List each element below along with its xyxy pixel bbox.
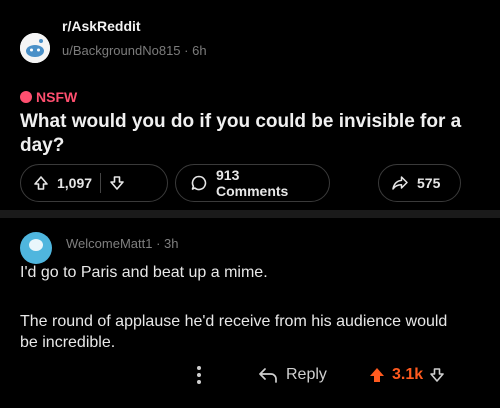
subreddit-name[interactable]: r/AskReddit	[62, 18, 141, 34]
nsfw-badge: NSFW	[20, 89, 77, 105]
more-icon	[196, 365, 202, 385]
comment-author[interactable]: WelcomeMatt1 · 3h	[66, 236, 178, 251]
comment-score: 3.1k	[392, 366, 424, 383]
reply-icon	[258, 366, 278, 384]
share-icon	[391, 174, 409, 192]
post-title[interactable]: What would you do if you could be invisi…	[20, 110, 470, 158]
subreddit-avatar[interactable]	[20, 33, 50, 63]
comment-text-line2: The round of applause he'd receive from …	[20, 313, 448, 351]
upvote-icon[interactable]	[33, 175, 49, 191]
snoo-icon	[20, 33, 50, 63]
comment-text-line1: I'd go to Paris and beat up a mime.	[20, 264, 268, 281]
post-card: r/AskReddit u/BackgroundNo815 · 6h NSFW …	[0, 0, 500, 210]
section-divider	[0, 210, 500, 218]
avatar-face-icon	[29, 239, 43, 251]
downvote-icon[interactable]	[429, 367, 445, 383]
share-button[interactable]: 575	[378, 164, 461, 202]
nsfw-dot-icon	[20, 91, 32, 103]
vote-divider	[100, 173, 102, 193]
reply-button[interactable]: Reply	[258, 362, 327, 388]
more-options-button[interactable]	[196, 362, 202, 388]
upvote-active-icon[interactable]	[368, 366, 386, 384]
downvote-icon[interactable]	[109, 175, 125, 191]
comment-votes: 3.1k	[368, 362, 445, 388]
comment-icon	[190, 174, 208, 192]
comments-label: 913 Comments	[216, 167, 289, 199]
vote-pill: 1,097	[20, 164, 168, 202]
nsfw-label: NSFW	[36, 89, 78, 105]
comments-button[interactable]: 913 Comments	[175, 164, 330, 202]
post-author[interactable]: u/BackgroundNo815 · 6h	[62, 43, 207, 58]
reply-label: Reply	[286, 366, 327, 383]
commenter-avatar[interactable]	[20, 232, 52, 264]
upvote-count: 1,097	[57, 175, 93, 191]
share-count: 575	[417, 175, 441, 191]
